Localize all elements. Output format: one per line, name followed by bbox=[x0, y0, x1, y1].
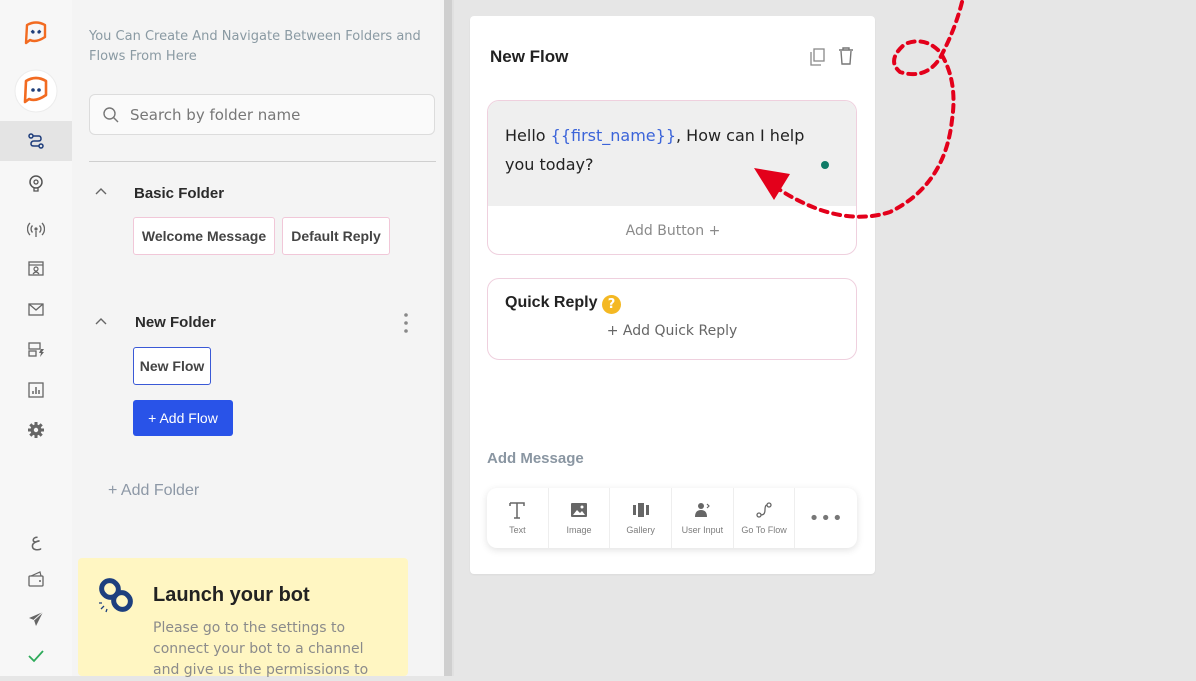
user-input-icon bbox=[695, 503, 711, 517]
message-type-toolbar: Text Image Gallery User Input Go To Flow… bbox=[487, 488, 857, 548]
add-quick-reply-button[interactable]: + Add Quick Reply bbox=[487, 323, 857, 339]
collapse-chevron-icon[interactable] bbox=[94, 314, 108, 331]
flow-chip-welcome-message[interactable]: Welcome Message bbox=[133, 217, 275, 255]
flows-icon[interactable] bbox=[0, 121, 72, 161]
check-icon bbox=[0, 645, 72, 667]
settings-gear-icon[interactable] bbox=[0, 419, 72, 441]
collapse-chevron-icon[interactable] bbox=[94, 184, 108, 201]
flow-chip-default-reply[interactable]: Default Reply bbox=[282, 217, 390, 255]
message-body[interactable]: Hello {{first_name}}, How can I help you… bbox=[488, 101, 856, 206]
panel-scrollbar-thumb[interactable] bbox=[444, 0, 452, 676]
tool-go-to-flow[interactable]: Go To Flow bbox=[734, 488, 796, 548]
message-variable: {{first_name}} bbox=[550, 126, 676, 145]
add-folder-button[interactable]: + Add Folder bbox=[108, 482, 199, 500]
help-icon[interactable]: ? bbox=[602, 295, 621, 314]
folder-menu-icon[interactable] bbox=[403, 312, 409, 338]
add-button-button[interactable]: Add Button + bbox=[488, 207, 856, 254]
folder-title[interactable]: Basic Folder bbox=[134, 185, 224, 202]
quick-reply-block bbox=[487, 278, 857, 360]
link-icon bbox=[98, 576, 134, 618]
templates-icon[interactable] bbox=[0, 338, 72, 360]
more-icon: ••• bbox=[808, 507, 844, 529]
text-message-block[interactable]: Hello {{first_name}}, How can I help you… bbox=[487, 100, 857, 255]
image-icon bbox=[571, 503, 587, 517]
message-prefix: Hello bbox=[505, 126, 551, 145]
flow-chip-new-flow[interactable]: New Flow bbox=[133, 347, 211, 385]
status-dot bbox=[821, 161, 829, 169]
flow-title: New Flow bbox=[490, 47, 569, 66]
ai-brain-icon[interactable] bbox=[0, 172, 72, 194]
broadcast-icon[interactable] bbox=[0, 218, 72, 240]
search-input[interactable] bbox=[128, 104, 412, 125]
tool-label: Go To Flow bbox=[741, 525, 787, 535]
bot-avatar-icon[interactable] bbox=[0, 68, 72, 114]
add-flow-button[interactable]: + Add Flow bbox=[133, 400, 233, 436]
wallet-icon[interactable] bbox=[0, 568, 72, 590]
mail-icon[interactable] bbox=[0, 298, 72, 320]
search-icon bbox=[103, 106, 119, 122]
tool-label: Text bbox=[509, 525, 526, 535]
tool-text[interactable]: Text bbox=[487, 488, 549, 548]
gallery-icon bbox=[632, 503, 649, 517]
brand-logo-icon[interactable] bbox=[0, 18, 72, 48]
divider bbox=[89, 161, 436, 162]
tool-label: User Input bbox=[681, 525, 724, 535]
delete-icon[interactable] bbox=[838, 46, 854, 70]
add-message-label: Add Message bbox=[487, 450, 584, 467]
canvas-divider bbox=[452, 0, 454, 676]
message-text: Hello {{first_name}}, How can I help you… bbox=[505, 121, 825, 179]
send-icon[interactable] bbox=[0, 608, 72, 630]
folder-title[interactable]: New Folder bbox=[135, 314, 216, 331]
tool-image[interactable]: Image bbox=[549, 488, 611, 548]
tool-label: Image bbox=[566, 525, 592, 535]
tool-gallery[interactable]: Gallery bbox=[610, 488, 673, 548]
folders-intro-text: You Can Create And Navigate Between Fold… bbox=[89, 29, 421, 64]
quick-reply-title: Quick Reply bbox=[505, 294, 598, 311]
tool-label: Gallery bbox=[626, 525, 655, 535]
copy-icon[interactable] bbox=[809, 48, 825, 70]
launch-title: Launch your bot bbox=[153, 584, 310, 606]
text-icon bbox=[509, 502, 526, 519]
folder-search[interactable] bbox=[89, 94, 435, 135]
launch-body: Please go to the settings to connect you… bbox=[153, 620, 369, 678]
arabic-language-icon[interactable]: ع bbox=[0, 528, 72, 552]
more-tools-button[interactable]: ••• bbox=[795, 488, 857, 548]
contacts-icon[interactable] bbox=[0, 257, 72, 279]
analytics-icon[interactable] bbox=[0, 379, 72, 401]
tool-user-input[interactable]: User Input bbox=[672, 488, 734, 548]
go-to-flow-icon bbox=[756, 502, 772, 518]
